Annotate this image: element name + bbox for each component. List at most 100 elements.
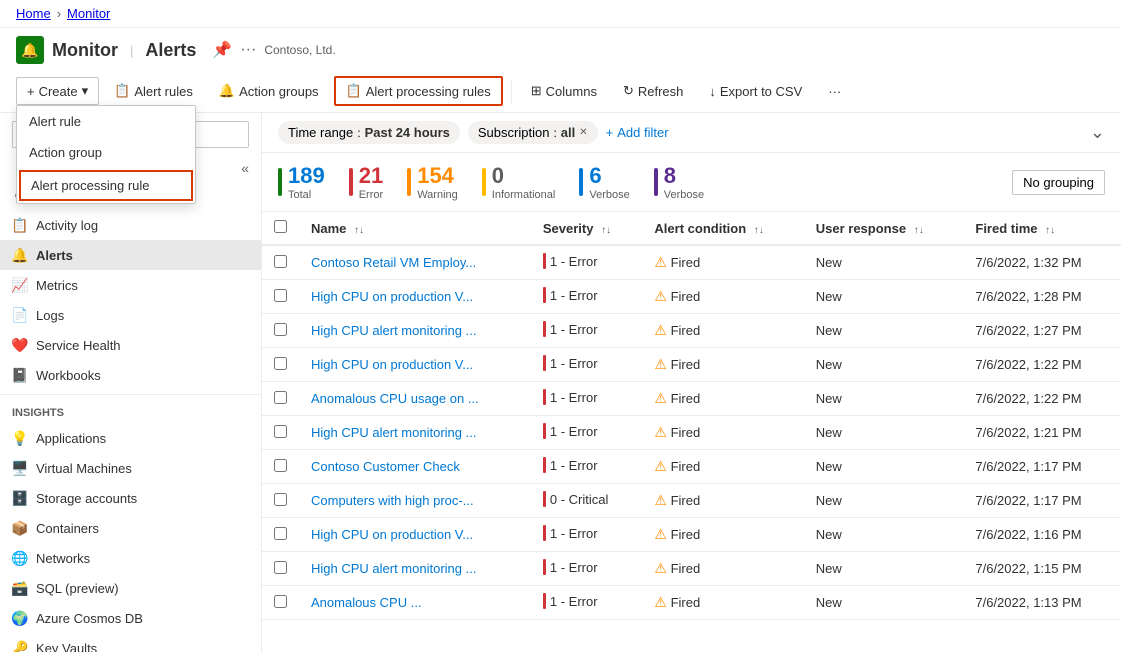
row-checkbox-0[interactable] (274, 255, 287, 268)
sidebar-item-metrics[interactable]: 📈 Metrics (0, 270, 261, 300)
content-panel: Time range: Past 24 hours Subscription: … (262, 113, 1121, 652)
table-row: Contoso Customer Check 1 - Error ⚠ Fired… (262, 450, 1121, 484)
time-range-label: Time range (288, 125, 353, 140)
more-icon: ··· (828, 84, 841, 99)
stat-verbose[interactable]: 6 Verbose (579, 163, 629, 201)
row-name-1[interactable]: High CPU on production V... (299, 280, 531, 314)
breadcrumb-monitor[interactable]: Monitor (67, 6, 110, 21)
row-condition-1: ⚠ Fired (642, 280, 803, 314)
logs-icon: 📄 (12, 307, 28, 323)
sidebar-item-networks[interactable]: 🌐 Networks (0, 543, 261, 573)
sidebar-item-key-vaults[interactable]: 🔑 Key Vaults (0, 633, 261, 652)
row-checkbox-1[interactable] (274, 289, 287, 302)
sidebar-item-containers[interactable]: 📦 Containers (0, 513, 261, 543)
table-row: Contoso Retail VM Employ... 1 - Error ⚠ … (262, 245, 1121, 280)
action-groups-button[interactable]: 🔔 Action groups (208, 77, 330, 105)
sidebar-item-virtual-machines[interactable]: 🖥️ Virtual Machines (0, 453, 261, 483)
metrics-icon: 📈 (12, 277, 28, 293)
stat-informational[interactable]: 0 Informational (482, 163, 556, 201)
more-options-icon[interactable]: ··· (240, 41, 256, 59)
insights-section-label: Insights (0, 399, 261, 423)
stat-verbose2[interactable]: 8 Verbose (654, 163, 704, 201)
sidebar-item-storage-accounts[interactable]: 🗄️ Storage accounts (0, 483, 261, 513)
export-csv-button[interactable]: ↓ Export to CSV (698, 78, 813, 105)
table-row: Anomalous CPU usage on ... 1 - Error ⚠ F… (262, 382, 1121, 416)
stat-warning[interactable]: 154 Warning (407, 163, 458, 201)
row-response-9: New (804, 552, 964, 586)
menu-alert-processing-rule[interactable]: Alert processing rule (19, 170, 193, 201)
row-checkbox-8[interactable] (274, 527, 287, 540)
toolbar: + Create ▾ Alert rule Action group Alert… (16, 70, 1105, 112)
row-fired-8: 7/6/2022, 1:16 PM (963, 518, 1121, 552)
row-check-8 (262, 518, 299, 552)
time-range-filter[interactable]: Time range: Past 24 hours (278, 121, 460, 144)
sidebar-item-service-health[interactable]: ❤️ Service Health (0, 330, 261, 360)
row-checkbox-6[interactable] (274, 459, 287, 472)
fired-sort-icon[interactable]: ↑↓ (1045, 225, 1055, 236)
total-label: Total (288, 189, 325, 201)
alert-processing-rules-button[interactable]: 📋 Alert processing rules (334, 76, 503, 106)
sidebar-item-applications[interactable]: 💡 Applications (0, 423, 261, 453)
row-checkbox-7[interactable] (274, 493, 287, 506)
row-checkbox-10[interactable] (274, 595, 287, 608)
select-all-checkbox[interactable] (274, 220, 287, 233)
condition-icon-1: ⚠ (654, 288, 667, 304)
error-bar (349, 168, 353, 196)
toolbar-more-button[interactable]: ··· (817, 78, 852, 105)
row-checkbox-5[interactable] (274, 425, 287, 438)
row-severity-10: 1 - Error (531, 586, 643, 620)
row-name-6[interactable]: Contoso Customer Check (299, 450, 531, 484)
row-checkbox-9[interactable] (274, 561, 287, 574)
condition-sort-icon[interactable]: ↑↓ (754, 225, 764, 236)
row-name-2[interactable]: High CPU alert monitoring ... (299, 314, 531, 348)
warning-label: Warning (417, 189, 458, 201)
pin-icon[interactable]: 📌 (212, 40, 232, 60)
row-name-5[interactable]: High CPU alert monitoring ... (299, 416, 531, 450)
row-checkbox-4[interactable] (274, 391, 287, 404)
row-checkbox-3[interactable] (274, 357, 287, 370)
row-name-8[interactable]: High CPU on production V... (299, 518, 531, 552)
stat-error[interactable]: 21 Error (349, 163, 383, 201)
row-name-0[interactable]: Contoso Retail VM Employ... (299, 245, 531, 280)
row-fired-5: 7/6/2022, 1:21 PM (963, 416, 1121, 450)
virtual-machines-icon: 🖥️ (12, 460, 28, 476)
response-sort-icon[interactable]: ↑↓ (914, 225, 924, 236)
sidebar-item-azure-cosmos-db[interactable]: 🌍 Azure Cosmos DB (0, 603, 261, 633)
row-condition-5: ⚠ Fired (642, 416, 803, 450)
stat-total[interactable]: 189 Total (278, 163, 325, 201)
row-name-7[interactable]: Computers with high proc-... (299, 484, 531, 518)
columns-icon: ⊞ (531, 83, 542, 99)
sidebar-item-alerts[interactable]: 🔔 Alerts (0, 240, 261, 270)
no-grouping-button[interactable]: No grouping (1012, 170, 1105, 195)
row-checkbox-2[interactable] (274, 323, 287, 336)
severity-sort-icon[interactable]: ↑↓ (601, 225, 611, 236)
sev-bar-icon-4 (543, 389, 546, 405)
create-button[interactable]: + Create ▾ (16, 77, 99, 105)
action-groups-icon: 🔔 (219, 83, 235, 99)
th-condition: Alert condition ↑↓ (642, 212, 803, 245)
row-name-9[interactable]: High CPU alert monitoring ... (299, 552, 531, 586)
page-header: Monitor | Alerts 📌 ··· Contoso, Ltd. + C… (0, 28, 1121, 113)
name-sort-icon[interactable]: ↑↓ (354, 225, 364, 236)
alert-rules-button[interactable]: 📋 Alert rules (103, 77, 204, 105)
subscription-close-icon[interactable]: ✕ (579, 127, 587, 138)
add-filter-button[interactable]: + Add filter (606, 125, 669, 140)
subscription-filter[interactable]: Subscription: all ✕ (468, 121, 598, 144)
collapse-sidebar-button[interactable]: « (237, 156, 253, 180)
columns-button[interactable]: ⊞ Columns (520, 77, 608, 105)
expand-icon[interactable]: ⌄ (1090, 122, 1105, 143)
sidebar-item-workbooks[interactable]: 📓 Workbooks (0, 360, 261, 390)
alert-rules-icon: 📋 (114, 83, 130, 99)
sidebar-item-sql-preview[interactable]: 🗃️ SQL (preview) (0, 573, 261, 603)
breadcrumb-home[interactable]: Home (16, 6, 51, 21)
menu-alert-rule[interactable]: Alert rule (17, 106, 195, 137)
sidebar-item-logs[interactable]: 📄 Logs (0, 300, 261, 330)
refresh-icon: ↻ (623, 83, 634, 99)
sidebar-item-activity-log[interactable]: 📋 Activity log (0, 210, 261, 240)
subscription-value: all (561, 125, 575, 140)
row-name-4[interactable]: Anomalous CPU usage on ... (299, 382, 531, 416)
menu-action-group[interactable]: Action group (17, 137, 195, 168)
refresh-button[interactable]: ↻ Refresh (612, 77, 694, 105)
row-name-10[interactable]: Anomalous CPU ... (299, 586, 531, 620)
row-name-3[interactable]: High CPU on production V... (299, 348, 531, 382)
